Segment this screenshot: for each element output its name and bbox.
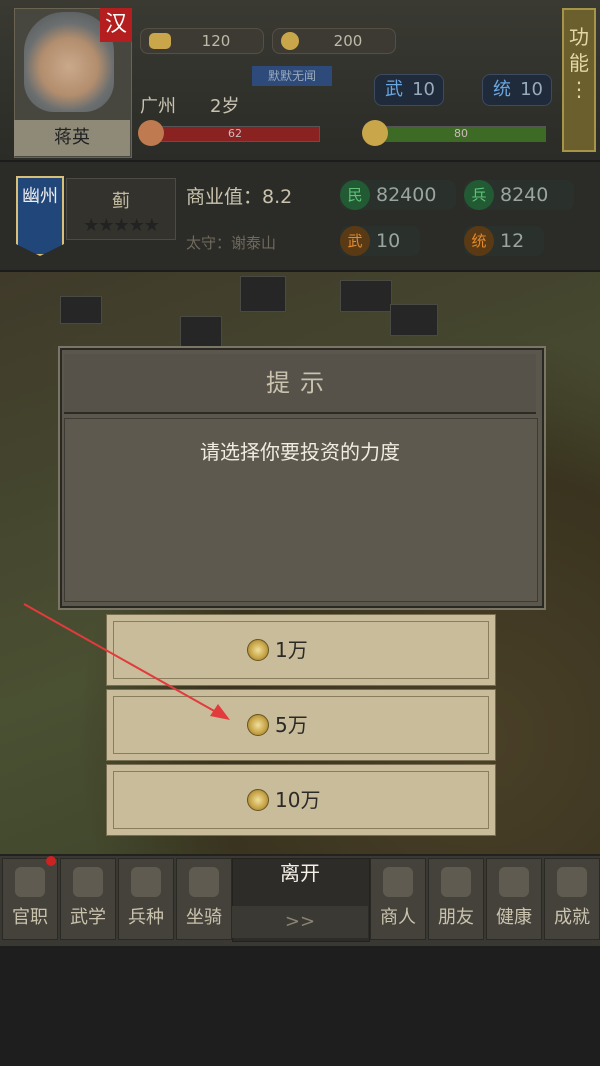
nav-martial-arts[interactable]: 武学 <box>60 858 116 940</box>
coin-icon <box>247 714 269 736</box>
helmet-icon <box>131 867 161 897</box>
governor: 太守：谢泰山 <box>186 234 277 252</box>
building <box>180 316 222 348</box>
handshake-icon <box>441 867 471 897</box>
invest-option-2[interactable]: 5万 <box>106 689 496 761</box>
invest-option-3[interactable]: 10万 <box>106 764 496 836</box>
nav-label: 成就 <box>554 907 590 928</box>
gold-ingot-icon <box>149 33 171 49</box>
official-icon <box>15 867 45 897</box>
heart-icon <box>138 120 164 146</box>
city-martial-label: 武 <box>340 226 370 256</box>
notification-dot <box>46 856 56 866</box>
martial-label: 武 <box>385 79 403 100</box>
city-stars: ★★★★★ <box>83 215 160 236</box>
coin-icon <box>247 789 269 811</box>
population-value: 82400 <box>376 184 437 206</box>
building <box>240 276 286 312</box>
player-name: 蒋英 <box>14 120 130 156</box>
nav-label: 商人 <box>380 907 416 928</box>
health-icon <box>499 867 529 897</box>
function-button[interactable]: 功能⋮ <box>562 8 596 152</box>
dialog-message: 请选择你要投资的力度 <box>200 440 400 464</box>
gold-counter: 120 <box>140 28 264 54</box>
coin-value: 200 <box>333 32 363 50</box>
martial-arts-icon <box>73 867 103 897</box>
nation-badge: 汉 <box>100 8 132 42</box>
footer-area <box>0 946 600 1066</box>
reputation-tag: 默默无闻 <box>252 66 332 86</box>
health-bar: 62 <box>150 126 320 142</box>
nav-label: 健康 <box>496 907 532 928</box>
city-command-value: 12 <box>500 230 525 252</box>
nav-label: 朋友 <box>438 907 474 928</box>
soldier-stat: 兵 8240 <box>464 180 574 210</box>
coin-icon <box>247 639 269 661</box>
commerce-value: 商业值：8.2 <box>186 186 293 208</box>
invest-option-label: 5万 <box>275 713 308 737</box>
dialog-title: 提示 <box>64 354 536 414</box>
nav-troop-type[interactable]: 兵种 <box>118 858 174 940</box>
nav-achievements[interactable]: 成就 <box>544 858 600 940</box>
horse-icon <box>189 867 219 897</box>
player-age: 2岁 <box>210 96 240 117</box>
nav-mount[interactable]: 坐骑 <box>176 858 232 940</box>
population-label: 民 <box>340 180 370 210</box>
nav-merchant[interactable]: 商人 <box>370 858 426 940</box>
martial-stat: 武 10 <box>374 74 444 106</box>
city-martial-value: 10 <box>376 230 401 252</box>
lightning-icon <box>362 120 388 146</box>
invest-option-label: 1万 <box>275 638 308 662</box>
nav-label: 官职 <box>12 907 48 928</box>
building <box>60 296 102 324</box>
nav-official-rank[interactable]: 官职 <box>2 858 58 940</box>
nav-friends[interactable]: 朋友 <box>428 858 484 940</box>
gold-value: 120 <box>201 32 231 50</box>
city-command-label: 统 <box>464 226 494 256</box>
city-card[interactable]: 蓟 ★★★★★ <box>66 178 176 240</box>
command-value: 10 <box>520 79 543 100</box>
province-banner: 幽州 <box>16 176 64 256</box>
command-stat: 统 10 <box>482 74 552 106</box>
city-martial-stat: 武 10 <box>340 226 420 256</box>
martial-value: 10 <box>412 79 435 100</box>
coin-icon <box>281 32 299 50</box>
invest-option-label: 10万 <box>275 788 321 812</box>
nav-label: 坐骑 <box>186 907 222 928</box>
next-button[interactable]: >> <box>232 906 368 938</box>
soldier-value: 8240 <box>500 184 549 206</box>
leave-button[interactable]: 离开 <box>232 858 368 888</box>
nav-health[interactable]: 健康 <box>486 858 542 940</box>
stamina-bar: 80 <box>376 126 546 142</box>
building <box>390 304 438 336</box>
building <box>340 280 392 312</box>
population-stat: 民 82400 <box>340 180 456 210</box>
achievement-icon <box>557 867 587 897</box>
health-value: 62 <box>228 127 242 140</box>
city-command-stat: 统 12 <box>464 226 544 256</box>
soldier-label: 兵 <box>464 180 494 210</box>
invest-option-1[interactable]: 1万 <box>106 614 496 686</box>
coin-counter: 200 <box>272 28 396 54</box>
merchant-icon <box>383 867 413 897</box>
nav-label: 武学 <box>70 907 106 928</box>
city-name: 蓟 <box>112 191 130 212</box>
command-label: 统 <box>493 79 511 100</box>
stamina-value: 80 <box>454 127 468 140</box>
nav-label: 兵种 <box>128 907 164 928</box>
player-location: 广州 <box>140 96 176 117</box>
